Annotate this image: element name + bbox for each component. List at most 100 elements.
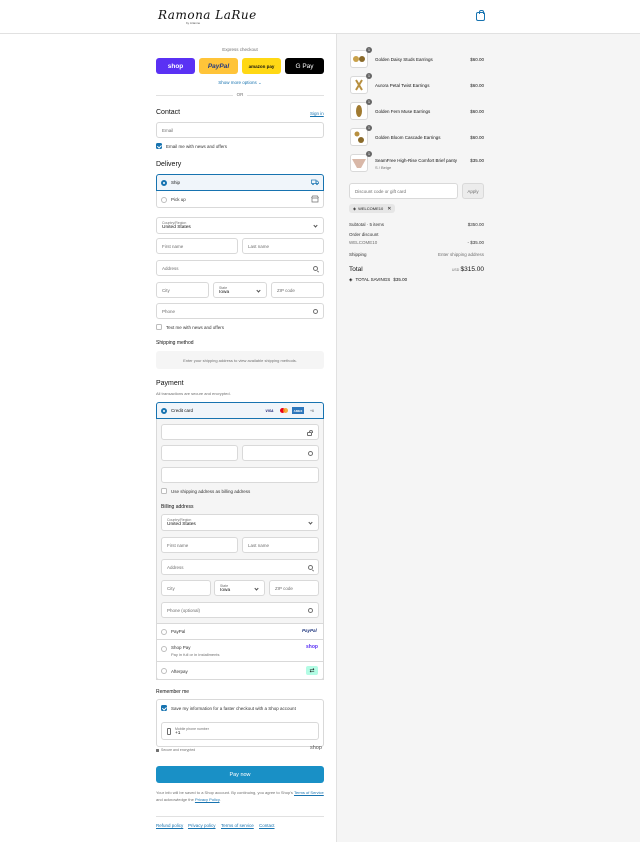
help-icon[interactable] xyxy=(308,451,313,456)
product-thumbnail xyxy=(350,50,368,68)
first-name-placeholder: First name xyxy=(162,243,184,249)
shipping-value: Enter shipping address xyxy=(437,252,484,257)
product-name: Golden Daisy Studs Earrings xyxy=(375,57,433,62)
chevron-down-icon xyxy=(313,223,318,228)
expiration-field[interactable] xyxy=(161,445,238,461)
paypal-radio[interactable] xyxy=(161,628,167,635)
billing-first-name-field[interactable]: First name xyxy=(161,537,238,553)
ship-option[interactable] xyxy=(156,174,324,191)
use-shipping-label: Use shipping address as billing address xyxy=(171,488,251,494)
total-row: Total USD $315.00 xyxy=(349,266,484,273)
footer-privacy-policy[interactable]: Privacy policy xyxy=(188,823,216,828)
google-pay-button[interactable]: G Pay xyxy=(285,58,324,74)
show-more-options-link[interactable]: Show more options ⌄ xyxy=(156,80,324,86)
shoppay-logo: shop xyxy=(306,644,318,650)
billing-address-field[interactable]: Address xyxy=(161,559,319,575)
credit-card-radio[interactable] xyxy=(161,407,167,414)
name-on-card-field[interactable] xyxy=(161,467,319,483)
footer-contact[interactable]: Contact xyxy=(259,823,275,828)
billing-address-placeholder: Address xyxy=(167,564,184,570)
last-name-placeholder: Last name xyxy=(248,243,270,249)
billing-phone-placeholder: Phone (optional) xyxy=(167,607,201,613)
terms-of-service-link[interactable]: Terms of Service xyxy=(294,790,324,795)
mastercard-icon xyxy=(279,407,290,414)
quantity-badge: 1 xyxy=(366,151,372,157)
footer-refund-policy[interactable]: Refund policy xyxy=(156,823,183,828)
amazon-pay-button[interactable]: amazon pay xyxy=(242,58,281,74)
first-name-field[interactable]: First name xyxy=(156,238,238,254)
legal-text-1: Your info will be saved to a Shop accoun… xyxy=(156,790,293,795)
chevron-down-icon xyxy=(256,288,261,293)
quantity-badge: 1 xyxy=(366,125,372,131)
billing-city-placeholder: City xyxy=(167,585,175,591)
billing-zip-placeholder: ZIP code xyxy=(275,585,293,591)
total-savings-value: $35.00 xyxy=(393,277,408,282)
billing-last-name-field[interactable]: Last name xyxy=(242,537,319,553)
state-select[interactable]: State Iowa xyxy=(213,282,267,298)
mobile-phone-field[interactable]: Mobile phone number +1 xyxy=(161,722,319,740)
shipping-row: Shipping Enter shipping address xyxy=(349,252,484,257)
last-name-field[interactable]: Last name xyxy=(242,238,324,254)
state-value: Iowa xyxy=(219,289,230,295)
shop-pay-button[interactable]: shop xyxy=(156,58,195,74)
ship-radio[interactable] xyxy=(161,179,167,186)
tag-icon: ◈ xyxy=(353,206,357,211)
discount-placeholder: Discount code or gift card xyxy=(355,188,407,194)
discount-code-field[interactable]: Discount code or gift card xyxy=(349,183,458,199)
text-news-checkbox[interactable] xyxy=(156,324,162,330)
search-icon xyxy=(313,266,318,271)
email-field[interactable]: Email xyxy=(156,122,324,138)
phone-field[interactable]: Phone xyxy=(156,303,324,319)
security-code-field[interactable] xyxy=(242,445,319,461)
address-placeholder: Address xyxy=(162,265,179,271)
email-news-checkbox[interactable] xyxy=(156,143,162,149)
country-select[interactable]: Country/Region United States xyxy=(156,217,324,234)
privacy-policy-link[interactable]: Privacy Policy xyxy=(195,797,220,802)
brand-logo[interactable]: Ramona LaRue xyxy=(158,8,257,22)
shoppay-radio[interactable] xyxy=(161,646,167,652)
help-icon[interactable] xyxy=(308,608,313,613)
header: Ramona LaRue by Arianne xyxy=(0,0,640,34)
afterpay-radio[interactable] xyxy=(161,668,167,674)
billing-zip-field[interactable]: ZIP code xyxy=(269,580,319,596)
close-icon[interactable]: ✕ xyxy=(387,206,391,212)
pickup-radio[interactable] xyxy=(161,196,167,203)
city-field[interactable]: City xyxy=(156,282,209,298)
chevron-down-icon xyxy=(308,520,313,525)
discount-code-row: WELCOME10 - $35.00 xyxy=(349,240,484,245)
sign-in-link[interactable]: Sign in xyxy=(310,111,324,116)
subtotal-row: Subtotal · 5 items $350.00 xyxy=(349,222,484,227)
city-placeholder: City xyxy=(162,287,170,293)
shoppay-option[interactable] xyxy=(156,640,324,662)
product-name: Golden Bloom Cascade Earrings xyxy=(375,135,441,140)
earring-image xyxy=(356,105,362,117)
chevron-down-icon xyxy=(254,586,259,591)
email-placeholder: Email xyxy=(162,127,174,133)
zip-field[interactable]: ZIP code xyxy=(271,282,324,298)
search-icon xyxy=(308,565,313,570)
billing-state-select[interactable]: State Iowa xyxy=(214,580,265,596)
discount-value: - $35.00 xyxy=(467,240,484,245)
or-text: OR xyxy=(233,92,247,97)
billing-phone-field[interactable]: Phone (optional) xyxy=(161,602,319,618)
apply-button[interactable]: Apply xyxy=(462,183,484,199)
footer-terms-of-service[interactable]: Terms of service xyxy=(221,823,254,828)
address-field[interactable]: Address xyxy=(156,260,324,276)
pickup-label: Pick up xyxy=(171,197,186,202)
pay-now-button[interactable]: Pay now xyxy=(156,766,324,783)
card-number-field[interactable] xyxy=(161,424,319,440)
earring-image xyxy=(353,56,365,62)
product-thumbnail xyxy=(350,128,368,146)
billing-country-select[interactable]: Country/Region United States xyxy=(161,514,319,531)
paypal-button[interactable]: PayPal xyxy=(199,58,238,74)
help-icon[interactable] xyxy=(313,309,318,314)
brand-sub: by Arianne xyxy=(186,21,201,25)
use-shipping-checkbox[interactable] xyxy=(161,488,167,494)
email-news-label: Email me with news and offers xyxy=(166,143,227,149)
save-info-checkbox[interactable] xyxy=(161,705,167,711)
save-info-label: Save my information for a faster checkou… xyxy=(171,705,296,711)
subtotal-label: Subtotal · 5 items xyxy=(349,222,385,227)
express-checkout-label: Express checkout xyxy=(222,47,258,52)
shopping-bag-icon[interactable] xyxy=(476,10,485,21)
billing-city-field[interactable]: City xyxy=(161,580,211,596)
